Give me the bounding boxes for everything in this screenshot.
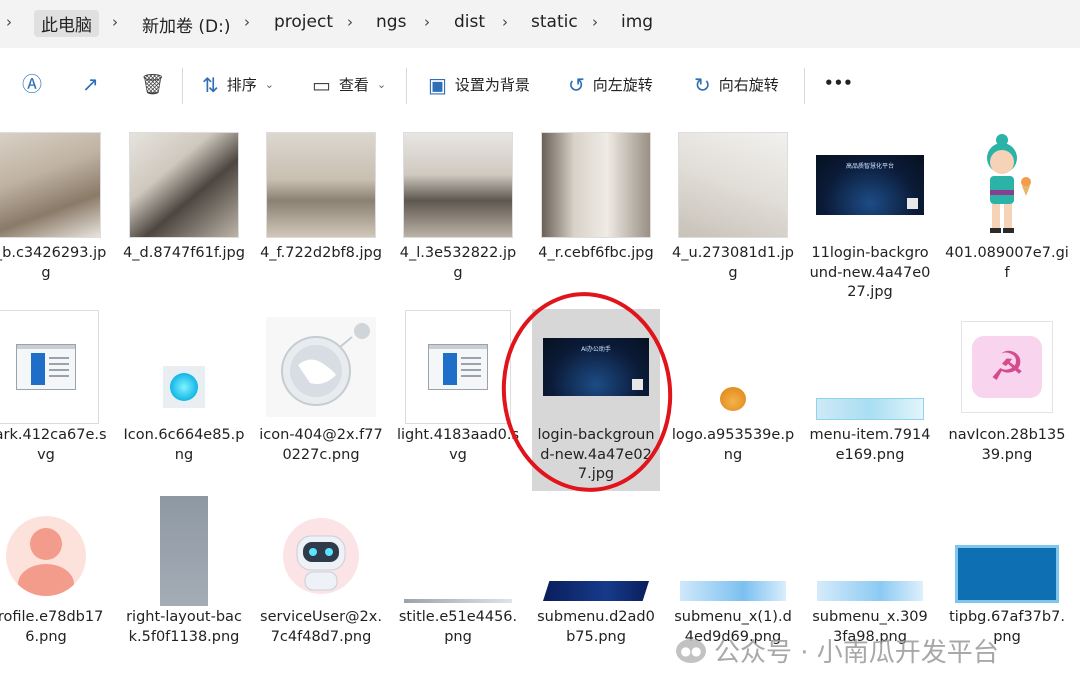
rotate-left-button[interactable]: ↺ 向左旋转 xyxy=(568,74,653,95)
room-photo-thumbnail xyxy=(267,133,375,237)
rotate-left-label: 向左旋转 xyxy=(592,76,653,94)
watermark: ●● 公众号 · 小南瓜开发平台 xyxy=(676,632,999,669)
chevron-right-icon[interactable]: › xyxy=(347,13,353,31)
rotate-left-icon: ↺ xyxy=(568,72,585,97)
stitle-thumbnail xyxy=(404,599,512,603)
view-icon: ▭ xyxy=(312,72,331,97)
rotate-right-button[interactable]: ↻ 向右旋转 xyxy=(694,74,779,95)
room-photo-thumbnail xyxy=(130,133,238,237)
svg-document-thumbnail xyxy=(406,311,510,423)
window-icon xyxy=(16,344,76,390)
wallpaper-icon: ▣ xyxy=(428,72,447,97)
set-background-label: 设置为背景 xyxy=(454,76,530,94)
file-name: light.4183aad0.svg xyxy=(396,427,519,463)
command-bar: Ⓐ ↗ 🗑 ⇅ 排序 ⌄ ▭ 查看 ⌄ ▣ 设置为背景 ↺ 向左旋转 ↻ 向右旋… xyxy=(0,62,1080,110)
file-name: right-layout-back.5f0f1138.png xyxy=(126,609,242,645)
thumbnail-text: 高品质智慧化平台 xyxy=(845,163,894,170)
file-name: logo.a953539e.png xyxy=(671,427,795,463)
profile-avatar-icon xyxy=(6,516,86,596)
submenu-x-thumbnail xyxy=(680,581,786,601)
chevron-right-icon[interactable]: › xyxy=(112,13,118,31)
file-name: 4_u.273081d1.jpg xyxy=(672,245,794,281)
set-background-button[interactable]: ▣ 设置为背景 xyxy=(428,74,530,95)
share-button[interactable]: ↗ xyxy=(82,74,99,94)
breadcrumb-img[interactable]: img xyxy=(621,12,653,32)
cyan-circle-icon xyxy=(170,373,198,401)
chevron-right-icon[interactable]: › xyxy=(6,13,12,31)
trash-icon: 🗑 xyxy=(140,72,166,96)
toolbar-divider xyxy=(182,68,183,104)
file-name: submenu.d2ad0b75.png xyxy=(537,609,655,645)
pumpkin-logo-icon xyxy=(720,387,746,411)
breadcrumb-ngs[interactable]: ngs xyxy=(376,12,406,32)
qr-code-icon xyxy=(907,198,918,209)
watermark-text: 公众号 · 小南瓜开发平台 xyxy=(714,638,999,668)
delete-button[interactable]: 🗑 xyxy=(140,74,165,94)
file-name: 4_f.722d2bf8.jpg xyxy=(260,245,382,261)
view-label: 查看 xyxy=(338,76,369,94)
toolbar-divider xyxy=(804,68,805,104)
chevron-right-icon[interactable]: › xyxy=(244,13,250,31)
view-button[interactable]: ▭ 查看 ⌄ xyxy=(312,74,386,95)
file-name: dark.412ca67e.svg xyxy=(0,427,107,463)
file-name: Icon.6c664e85.png xyxy=(123,427,245,463)
breadcrumb-this-pc[interactable]: 此电脑 xyxy=(34,10,99,37)
svg-document-thumbnail xyxy=(0,311,98,423)
file-name: 4_d.8747f61f.jpg xyxy=(123,245,245,261)
menu-item-thumbnail xyxy=(816,398,924,420)
more-options-button[interactable]: ••• xyxy=(824,74,853,92)
chevron-right-icon[interactable]: › xyxy=(424,13,430,31)
wechat-icon: ●● xyxy=(676,638,706,663)
girl-illustration-icon xyxy=(987,134,1031,233)
window-icon xyxy=(428,344,488,390)
file-name: 4_l.3e532822.jpg xyxy=(399,245,517,281)
rotate-right-icon: ↻ xyxy=(694,72,711,97)
tip-background-thumbnail xyxy=(955,545,1059,603)
toolbar-divider xyxy=(406,68,407,104)
rotate-right-label: 向右旋转 xyxy=(718,76,779,94)
room-photo-thumbnail xyxy=(679,133,787,237)
sort-label: 排序 xyxy=(226,76,257,94)
file-name: serviceUser@2x.7c4f48d7.png xyxy=(260,609,382,645)
breadcrumb-dist[interactable]: dist xyxy=(454,12,485,32)
file-name: icon-404@2x.f770227c.png xyxy=(259,427,383,463)
file-name: stitle.e51e4456.png xyxy=(398,609,518,645)
file-name: 401.089007e7.gif xyxy=(945,245,1069,281)
rename-button[interactable]: Ⓐ xyxy=(22,74,42,94)
sort-icon: ⇅ xyxy=(202,72,219,97)
chevron-right-icon[interactable]: › xyxy=(502,13,508,31)
app-icon-thumbnail xyxy=(163,366,205,408)
login-background-thumbnail: 高品质智慧化平台 xyxy=(816,155,924,215)
nav-icon-thumbnail: ☭ xyxy=(962,322,1052,412)
layout-background-thumbnail xyxy=(160,496,208,606)
submenu-x-thumbnail xyxy=(817,581,923,601)
room-photo-thumbnail xyxy=(404,133,512,237)
sort-button[interactable]: ⇅ 排序 ⌄ xyxy=(202,74,274,95)
globe-404-icon xyxy=(266,317,376,417)
file-name: 4_b.c3426293.jpg xyxy=(0,245,107,281)
robot-service-icon xyxy=(283,518,359,594)
chevron-down-icon: ⌄ xyxy=(376,78,387,91)
chevron-right-icon[interactable]: › xyxy=(592,13,598,31)
room-photo-thumbnail xyxy=(0,133,100,237)
room-photo-thumbnail xyxy=(542,133,650,237)
submenu-thumbnail xyxy=(543,581,649,601)
breadcrumb-static[interactable]: static xyxy=(531,12,578,32)
file-name: profile.e78db176.png xyxy=(0,609,104,645)
breadcrumb-project[interactable]: project xyxy=(274,12,333,32)
file-name: 4_r.cebf6fbc.jpg xyxy=(538,245,654,261)
chevron-down-icon: ⌄ xyxy=(264,78,274,91)
rename-icon: Ⓐ xyxy=(22,72,42,96)
file-name: navIcon.28b13539.png xyxy=(948,427,1066,463)
file-name: 11login-background-new.4a47e027.jpg xyxy=(809,245,931,300)
hammer-sickle-icon: ☭ xyxy=(972,336,1042,398)
address-bar[interactable]: › 此电脑 › 新加卷 (D:) › project › ngs › dist … xyxy=(0,0,1080,48)
file-name: menu-item.7914e169.png xyxy=(809,427,931,463)
share-icon: ↗ xyxy=(82,72,99,96)
breadcrumb-drive-d[interactable]: 新加卷 (D:) xyxy=(142,12,231,37)
